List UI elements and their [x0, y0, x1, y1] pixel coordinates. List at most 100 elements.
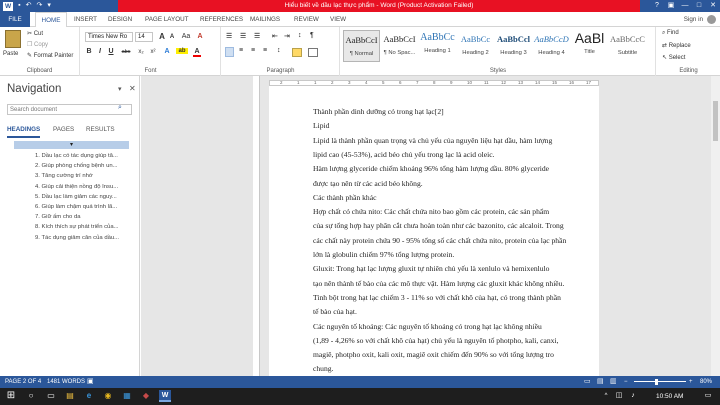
selected-heading[interactable]: ▾ [14, 141, 129, 149]
document-line[interactable]: Gluxit: Trong hạt lạc lượng gluxit tự nh… [313, 264, 549, 273]
file-explorer-icon[interactable]: ▤ [64, 390, 76, 402]
vertical-scrollbar[interactable] [711, 76, 720, 376]
document-line[interactable]: lipid cao (45-53%), acid béo chủ yếu tro… [313, 150, 495, 159]
document-line[interactable]: Thành phần dinh dưỡng có trong hạt lạc[2… [313, 107, 444, 116]
pane-options-icon[interactable]: ▾ [118, 85, 122, 93]
sort-icon[interactable]: ↕ [298, 32, 302, 39]
sign-in-link[interactable]: Sign in [684, 12, 703, 27]
decrease-indent-icon[interactable]: ⇤ [272, 32, 278, 40]
task-view-icon[interactable]: ▭ [45, 390, 57, 402]
avatar[interactable] [707, 15, 716, 24]
nav-heading-item[interactable]: 4. Giúp cải thiện nồng độ Insu... [35, 184, 118, 190]
zoom-level[interactable]: 80% [700, 376, 712, 388]
scroll-thumb[interactable] [713, 101, 718, 141]
word-count[interactable]: 1481 WORDS [47, 376, 85, 388]
document-line[interactable]: (1,89 - 4,26% so với chất khô của hạt) c… [313, 336, 558, 345]
document-line[interactable]: magiê, photpho oxit, kali oxit, magiê ox… [313, 350, 554, 359]
strikethrough-button[interactable]: abc [119, 49, 133, 55]
help-button[interactable]: ? [650, 0, 664, 12]
tab-file[interactable]: FILE [0, 12, 30, 27]
shading-icon[interactable] [292, 48, 302, 57]
document-line[interactable]: chung. [313, 364, 333, 373]
proofing-icon[interactable]: ▣ [87, 376, 94, 388]
document-line[interactable]: các chất này protein chứa 90 - 95% tổng … [313, 236, 566, 245]
document-page[interactable]: Thành phần dinh dưỡng có trong hạt lạc[2… [269, 86, 599, 376]
document-line[interactable]: Hợp chất có chứa nito: Các chất chứa nit… [313, 207, 549, 216]
nav-heading-item[interactable]: 9. Tác dụng giảm cân của dầu... [35, 235, 119, 241]
redo-icon[interactable]: ↷ [37, 0, 43, 12]
bold-button[interactable]: B [85, 48, 93, 55]
ribbon-display-button[interactable]: ▣ [664, 0, 678, 12]
app-icon[interactable]: ◆ [140, 390, 152, 402]
replace-button[interactable]: ⇄ Replace [662, 42, 691, 49]
network-icon[interactable]: ◫ [613, 390, 625, 402]
subscript-button[interactable]: x₂ [136, 49, 146, 55]
chrome-icon[interactable]: ◉ [102, 390, 114, 402]
paste-icon[interactable] [5, 30, 21, 48]
font-name-box[interactable]: Times New Ro [85, 32, 133, 42]
change-case-button[interactable]: Aa [180, 33, 192, 40]
nav-heading-item[interactable]: 6. Giúp làm chậm quá trình lã... [35, 204, 117, 210]
text-effects-button[interactable]: A [163, 48, 171, 55]
grow-font-button[interactable]: A [158, 32, 166, 41]
format-painter-button[interactable]: ✎ Format Painter [27, 52, 73, 59]
document-line[interactable]: Lipid là thành phần quan trọng và chủ yế… [313, 136, 552, 145]
cut-button[interactable]: ✂ Cut [27, 30, 43, 37]
copy-button[interactable]: ❐ Copy [27, 41, 48, 48]
read-mode-icon[interactable]: ▭ [584, 376, 591, 388]
document-line[interactable]: được tạo nên từ các acid béo không. [313, 179, 423, 188]
store-icon[interactable]: ▦ [121, 390, 133, 402]
font-size-box[interactable]: 14 [135, 32, 153, 42]
close-pane-icon[interactable]: ✕ [129, 84, 136, 93]
undo-icon[interactable]: ↶ [26, 0, 32, 12]
tab-view[interactable]: VIEW [330, 12, 346, 27]
style-normal[interactable]: AaBbCcI ¶ Normal [343, 30, 380, 62]
web-layout-icon[interactable]: ▥ [610, 376, 617, 388]
nav-heading-item[interactable]: 2. Giúp phòng chống bệnh un... [35, 163, 118, 169]
minimize-button[interactable]: — [678, 0, 692, 12]
tab-page-layout[interactable]: PAGE LAYOUT [145, 12, 189, 27]
align-left-button[interactable] [225, 47, 234, 57]
style-heading-4[interactable]: AaBbCcD Heading 4 [533, 30, 570, 62]
tab-results[interactable]: RESULTS [86, 126, 115, 133]
italic-button[interactable]: I [96, 48, 104, 55]
tab-design[interactable]: DESIGN [108, 12, 132, 27]
style-heading-3[interactable]: AaBbCcl Heading 3 [495, 30, 532, 62]
document-line[interactable]: Các nguyên tố khoáng: Các nguyên tố khoá… [313, 322, 542, 331]
start-icon[interactable]: ⊞ [5, 390, 17, 402]
page-indicator[interactable]: PAGE 2 OF 4 [5, 376, 41, 388]
document-line[interactable]: lớn là globulin chiếm 97% tổng lượng pro… [313, 250, 454, 259]
show-hidden-icons-icon[interactable]: ^ [600, 390, 612, 402]
clock[interactable]: 10:50 AM [656, 388, 683, 405]
document-line[interactable]: tế bào của hạt. [313, 307, 357, 316]
superscript-button[interactable]: x² [148, 49, 158, 55]
notification-icon[interactable]: ▭ [702, 390, 714, 402]
show-formatting-icon[interactable]: ¶ [310, 32, 314, 39]
borders-icon[interactable] [308, 48, 318, 57]
highlight-button[interactable]: ab [176, 48, 188, 54]
numbering-icon[interactable]: ☰ [240, 32, 246, 40]
nav-heading-item[interactable]: 1. Dầu lạc có tác dụng giúp tă... [35, 153, 118, 159]
save-icon[interactable]: ▪ [18, 0, 20, 12]
line-spacing-icon[interactable]: ↕ [277, 47, 281, 54]
shrink-font-button[interactable]: A [168, 34, 176, 40]
style-subtitle[interactable]: AaBbCcC Subtitle [609, 30, 646, 62]
multilevel-list-icon[interactable]: ☰ [254, 32, 260, 40]
style-no-spacing[interactable]: AaBbCcI ¶ No Spac... [381, 30, 418, 62]
underline-button[interactable]: U [107, 48, 115, 55]
style-title[interactable]: AaBl Title [571, 30, 608, 62]
search-icon[interactable]: ⌕ [118, 104, 122, 112]
clear-formatting-button[interactable]: A [196, 33, 204, 40]
zoom-out-button[interactable]: − [624, 376, 628, 388]
cortana-search-icon[interactable]: ○ [25, 390, 37, 402]
tab-pages[interactable]: PAGES [53, 126, 74, 133]
document-line[interactable]: Tinh bột trong hạt lạc chiếm 3 - 11% so … [313, 293, 561, 302]
tab-references[interactable]: REFERENCES [200, 12, 243, 27]
zoom-slider[interactable] [634, 381, 686, 382]
center-icon[interactable]: ≡ [239, 47, 243, 54]
nav-heading-item[interactable]: 3. Tăng cường trí nhớ [35, 173, 93, 179]
customize-qat-icon[interactable]: ▾ [47, 0, 51, 12]
maximize-button[interactable]: □ [692, 0, 706, 12]
edge-icon[interactable]: e [83, 390, 95, 402]
document-line[interactable]: của sự tổng hợp hay phân cắt chưa hoàn t… [313, 221, 564, 230]
